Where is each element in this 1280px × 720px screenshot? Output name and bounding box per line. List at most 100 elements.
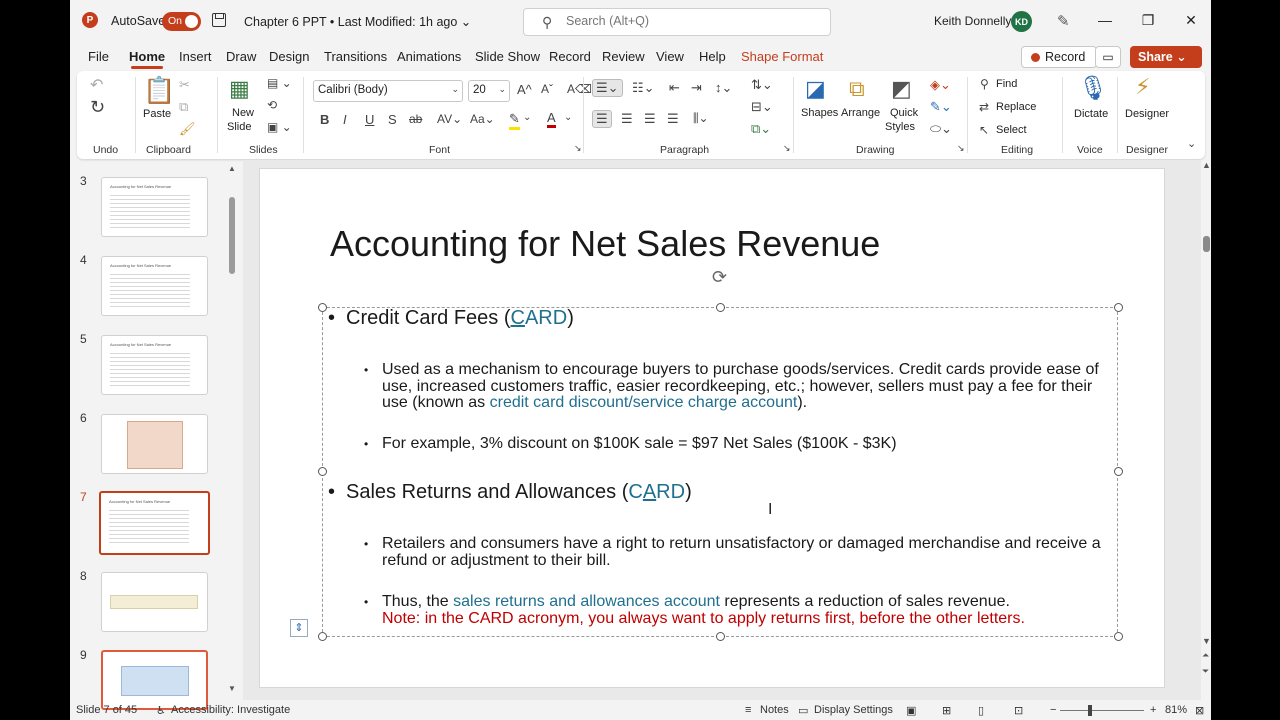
redo-icon[interactable]: ↻ — [90, 97, 105, 118]
reading-view-icon[interactable]: ▯ — [978, 704, 984, 717]
tab-record[interactable]: Record — [549, 49, 591, 64]
record-button[interactable]: Record — [1021, 46, 1097, 68]
slide-thumbnail[interactable]: Accounting for Net Sales Revenue — [101, 177, 208, 237]
fit-to-window-icon[interactable]: ⊠ — [1195, 704, 1204, 717]
align-text-icon[interactable]: ⊟⌄ — [751, 99, 773, 115]
save-icon[interactable] — [212, 13, 226, 27]
paste-label[interactable]: Paste — [143, 108, 171, 120]
numbering-icon[interactable]: ☷⌄ — [632, 80, 655, 96]
increase-font-icon[interactable]: A^ — [517, 82, 532, 97]
close-icon[interactable]: ✕ — [1181, 10, 1201, 30]
slide-thumbnail[interactable]: Accounting for Net Sales Revenue — [101, 256, 208, 316]
dialog-launcher-icon[interactable]: ↘ — [783, 143, 791, 154]
thumbnail-scrollbar[interactable]: ▲ ▼ — [228, 164, 236, 693]
copy-icon[interactable]: ⧉ — [179, 99, 188, 115]
dialog-launcher-icon[interactable]: ↘ — [574, 143, 582, 154]
zoom-level[interactable]: 81% — [1165, 704, 1187, 716]
arrange-label[interactable]: Arrange — [841, 107, 880, 119]
format-painter-icon[interactable]: 🖌 — [179, 121, 196, 137]
quick-styles-label-2[interactable]: Styles — [885, 121, 915, 133]
accessibility-status[interactable]: Accessibility: Investigate — [171, 704, 290, 716]
accessibility-icon[interactable]: ♿ — [156, 704, 166, 717]
resize-handle[interactable] — [318, 467, 327, 476]
align-center-icon[interactable]: ☰ — [621, 111, 633, 127]
share-button[interactable]: Share ⌄ — [1130, 46, 1202, 68]
tab-transitions[interactable]: Transitions — [324, 49, 387, 64]
zoom-slider-knob[interactable] — [1088, 705, 1092, 716]
previous-slide-icon[interactable]: ⏶ — [1202, 650, 1209, 661]
replace-label[interactable]: Replace — [996, 101, 1036, 113]
arrange-icon[interactable]: ⧉ — [849, 76, 865, 102]
slide-scrollbar[interactable]: ▲ ▼ ⏶ ⏷ — [1202, 160, 1211, 700]
slide-thumbnail[interactable] — [101, 572, 208, 632]
avatar[interactable]: KD — [1011, 11, 1032, 32]
slide-title[interactable]: Accounting for Net Sales Revenue — [330, 223, 880, 265]
tab-view[interactable]: View — [656, 49, 684, 64]
find-label[interactable]: Find — [996, 78, 1017, 90]
replace-icon[interactable]: ⇄ — [979, 100, 989, 114]
chevron-down-icon[interactable]: ⌄ — [523, 112, 531, 123]
scroll-up-icon[interactable]: ▲ — [228, 164, 236, 173]
designer-icon[interactable]: ⚡ — [1135, 74, 1150, 100]
shadow-icon[interactable]: S — [388, 112, 397, 127]
columns-icon[interactable]: ⫼⌄ — [693, 111, 709, 126]
autofit-options-icon[interactable]: ⇕ — [290, 619, 308, 637]
collapse-ribbon-icon[interactable]: ⌄ — [1187, 137, 1196, 150]
font-color-icon[interactable]: A — [547, 110, 556, 128]
undo-icon[interactable]: ↶ — [90, 75, 103, 95]
text-direction-icon[interactable]: ⇅⌄ — [751, 77, 773, 93]
shape-effects-icon[interactable]: ⬭⌄ — [930, 121, 952, 137]
underline-icon[interactable]: U — [365, 112, 374, 127]
autosave-toggle[interactable]: On — [162, 12, 201, 31]
paste-icon[interactable]: 📋 — [143, 75, 175, 106]
italic-icon[interactable]: I — [343, 112, 347, 127]
spacing-icon[interactable]: AV⌄ — [437, 112, 462, 126]
change-case-icon[interactable]: Aa⌄ — [470, 112, 495, 126]
search-box[interactable]: ⚲ — [523, 8, 831, 36]
new-slide-icon[interactable]: ▦ — [229, 76, 250, 102]
tab-insert[interactable]: Insert — [179, 49, 212, 64]
cut-icon[interactable]: ✂ — [179, 77, 190, 93]
new-slide-label[interactable]: New — [232, 107, 254, 119]
new-slide-label-2[interactable]: Slide — [227, 121, 251, 133]
rotate-handle-icon[interactable]: ⟳ — [712, 267, 727, 288]
dialog-launcher-icon[interactable]: ↘ — [957, 143, 965, 154]
section-icon[interactable]: ▣ ⌄ — [267, 120, 292, 134]
comments-icon[interactable]: ▭ — [1095, 46, 1121, 68]
justify-icon[interactable]: ☰ — [667, 111, 679, 127]
scrollbar-thumb[interactable] — [229, 197, 235, 274]
slide-thumbnail[interactable]: Accounting for Net Sales Revenue — [101, 335, 208, 395]
bullets-icon[interactable]: ☰⌄ — [592, 79, 623, 97]
scroll-up-icon[interactable]: ▲ — [1202, 160, 1211, 170]
restore-icon[interactable]: ❐ — [1138, 10, 1158, 30]
strikethrough-icon[interactable]: ab — [409, 112, 422, 126]
display-settings-icon[interactable]: ▭ — [798, 704, 808, 717]
tab-slide-show[interactable]: Slide Show — [475, 49, 540, 64]
notes-button[interactable]: Notes — [760, 704, 789, 716]
smartart-icon[interactable]: ⧉⌄ — [751, 121, 771, 137]
tab-animations[interactable]: Animations — [397, 49, 461, 64]
display-settings-button[interactable]: Display Settings — [814, 704, 893, 716]
notes-icon[interactable]: ≡ — [745, 704, 751, 716]
decrease-indent-icon[interactable]: ⇤ — [669, 80, 680, 96]
tab-review[interactable]: Review — [602, 49, 645, 64]
resize-handle[interactable] — [1114, 303, 1123, 312]
normal-view-icon[interactable]: ▣ — [906, 704, 916, 717]
shapes-label[interactable]: Shapes — [801, 107, 838, 119]
quick-styles-label[interactable]: Quick — [890, 107, 918, 119]
shape-fill-icon[interactable]: ◈⌄ — [930, 77, 951, 93]
tab-help[interactable]: Help — [699, 49, 726, 64]
resize-handle[interactable] — [716, 303, 725, 312]
align-left-icon[interactable]: ☰ — [592, 110, 612, 128]
tab-file[interactable]: File — [88, 49, 109, 64]
scrollbar-thumb[interactable] — [1203, 236, 1210, 252]
tab-home[interactable]: Home — [129, 49, 165, 69]
resize-handle[interactable] — [1114, 632, 1123, 641]
search-input[interactable] — [566, 14, 816, 28]
resize-handle[interactable] — [318, 303, 327, 312]
designer-label[interactable]: Designer — [1125, 108, 1169, 120]
slide[interactable]: Accounting for Net Sales Revenue ⟳ • Cre… — [259, 168, 1165, 688]
resize-handle[interactable] — [716, 632, 725, 641]
tab-design[interactable]: Design — [269, 49, 309, 64]
select-icon[interactable]: ↖ — [979, 123, 989, 137]
